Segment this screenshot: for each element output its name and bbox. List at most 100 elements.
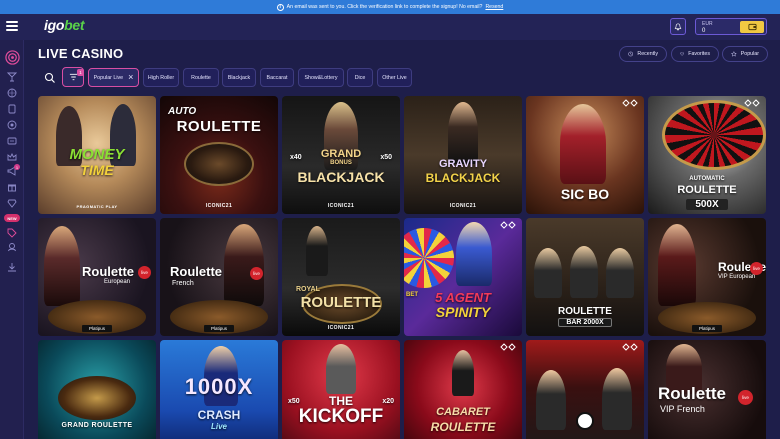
- game-tile-5-agent-spinity[interactable]: BET 5 AGENT SPINITY: [404, 218, 522, 336]
- tag-icon: [7, 228, 17, 238]
- game-tile-roulette-french[interactable]: Roulette French live Platipus: [160, 218, 278, 336]
- sidebar-item-cards[interactable]: [4, 102, 20, 116]
- balance-value: 0: [702, 28, 706, 34]
- logo-part-bet: bet: [64, 17, 85, 33]
- sidebar-item-gifts[interactable]: [4, 180, 20, 194]
- resend-link[interactable]: Resend: [485, 4, 503, 10]
- dealer-figure: [448, 102, 478, 164]
- host-figure: [456, 222, 492, 286]
- popular-button[interactable]: Popular: [722, 46, 768, 62]
- game-subtitle: European: [104, 279, 131, 285]
- game-tile-grand-roulette[interactable]: GRAND ROULETTE: [38, 340, 156, 439]
- game-tile-gravity-blackjack[interactable]: GRAVITY BLACKJACK ICONIC21: [404, 96, 522, 214]
- page-title: LIVE CASINO: [38, 46, 124, 61]
- game-tile-roulette-vip-european[interactable]: Roulette VIP European live Platipus: [648, 218, 766, 336]
- game-subtitle: CRASH: [197, 408, 241, 422]
- sidebar-item-promotions[interactable]: 1: [4, 164, 20, 178]
- notification-text: An email was sent to you. Click the veri…: [286, 4, 483, 10]
- evolution-logo-icon: [622, 99, 638, 107]
- chip-label: Blackjack: [227, 74, 251, 81]
- multiplier-right: x50: [380, 154, 392, 161]
- game-tile-roulette-vip-french[interactable]: Roulette VIP French live: [648, 340, 766, 439]
- game-title: GRAVITY: [438, 158, 488, 170]
- dealer-figure: [658, 224, 696, 306]
- game-subtitle: BLACKJACK: [425, 171, 501, 185]
- game-subtitle: SPINITY: [435, 304, 491, 320]
- live-badge: live: [138, 266, 151, 279]
- game-tile-grand-blackjack[interactable]: GRAND BONUS x40 x50 BLACKJACK ICONIC21: [282, 96, 400, 214]
- sidebar: 1 NEW: [0, 40, 24, 439]
- chip-icon: [7, 120, 17, 130]
- game-subtitle: VIP European: [718, 274, 756, 280]
- dealer-figure: [570, 246, 598, 298]
- dealer-figure: [306, 226, 328, 276]
- game-tile-auto-roulette[interactable]: AUTO ROULETTE ICONIC21: [160, 96, 278, 214]
- provider-logo: Platipus: [82, 325, 112, 332]
- chip-blackjack[interactable]: Blackjack: [222, 68, 256, 87]
- sidebar-item-cocktail[interactable]: [4, 70, 20, 84]
- dealer-figure: [602, 368, 632, 430]
- favorites-button[interactable]: Favorites: [671, 46, 719, 62]
- sidebar-item-tournaments[interactable]: [4, 150, 20, 164]
- chip-label: Popular Live: [93, 74, 124, 81]
- currency-label[interactable]: EUR: [702, 21, 713, 27]
- notification-banner: i An email was sent to you. Click the ve…: [0, 0, 780, 14]
- target-icon: [4, 49, 20, 65]
- game-tile-money-time[interactable]: MONEY TIME PRAGMATIC PLAY: [38, 96, 156, 214]
- sidebar-item-live[interactable]: [4, 118, 20, 132]
- game-tile-roulette-european[interactable]: Roulette European live Platipus: [38, 218, 156, 336]
- chip-roulette[interactable]: Roulette: [183, 68, 219, 87]
- menu-icon[interactable]: [6, 21, 18, 31]
- game-tile-1000x-crash[interactable]: 1000X CRASH Live: [160, 340, 278, 439]
- site-logo[interactable]: igobet: [44, 17, 85, 33]
- multiplier-badge: 500X: [686, 199, 728, 210]
- crown-icon: [7, 152, 17, 161]
- sidebar-item-download[interactable]: [4, 260, 20, 274]
- game-tile-automatic-roulette[interactable]: AUTOMATIC ROULETTE 500X: [648, 96, 766, 214]
- roulette-wheel: [184, 142, 254, 186]
- notifications-button[interactable]: [670, 18, 686, 35]
- game-tile-roulette-bar[interactable]: ROULETTE BAR 2000X: [526, 218, 644, 336]
- deposit-button[interactable]: [740, 21, 764, 33]
- cocktail-icon: [7, 72, 17, 82]
- chip-popular-live[interactable]: Popular Live ×: [88, 68, 139, 87]
- game-tile-royal-roulette[interactable]: ROYAL ROULETTE ICONIC21: [282, 218, 400, 336]
- new-badge[interactable]: NEW: [4, 214, 20, 222]
- heart-icon: [680, 52, 685, 56]
- game-subtitle: KICKOFF: [298, 406, 384, 427]
- info-icon: i: [276, 3, 284, 11]
- game-tile-live-football[interactable]: [526, 340, 644, 439]
- recently-label: Recently: [637, 51, 658, 57]
- chip-baccarat[interactable]: Baccarat: [260, 68, 294, 87]
- game-title: AUTOMATIC: [689, 176, 725, 182]
- sidebar-item-vip[interactable]: [4, 196, 20, 210]
- wallet-icon: [747, 23, 757, 31]
- game-title: Roulette: [658, 384, 726, 403]
- chip-label: Show&Lottery: [304, 74, 338, 81]
- recently-button[interactable]: Recently: [619, 46, 667, 62]
- chip-other-live[interactable]: Other Live: [377, 68, 412, 87]
- sidebar-item-sports[interactable]: [4, 86, 20, 100]
- sidebar-item-jackpot[interactable]: [4, 134, 20, 148]
- live-badge: live: [250, 267, 263, 280]
- top-bar: igobet EUR 0: [0, 14, 780, 40]
- provider-logo: ICONIC21: [449, 203, 477, 209]
- game-subtitle: ROULETTE: [430, 420, 496, 434]
- chip-dice[interactable]: Dice: [347, 68, 373, 87]
- football-icon: [576, 412, 594, 430]
- search-icon[interactable]: [44, 72, 56, 84]
- logo-part-igo: igo: [44, 17, 65, 33]
- game-title: CABARET: [436, 406, 490, 418]
- close-icon[interactable]: ×: [128, 73, 133, 82]
- wallet-widget[interactable]: EUR 0: [695, 18, 767, 35]
- sidebar-item-support[interactable]: [4, 240, 20, 254]
- support-icon: [8, 243, 16, 252]
- game-subtitle: ROULETTE: [176, 118, 262, 135]
- chip-high-roller[interactable]: High Roller: [143, 68, 179, 87]
- casino-nav-button[interactable]: [3, 48, 21, 66]
- chip-show-lottery[interactable]: Show&Lottery: [298, 68, 344, 87]
- game-tile-sic-bo[interactable]: SIC BO: [526, 96, 644, 214]
- sidebar-item-tag[interactable]: [4, 226, 20, 240]
- game-tile-cabaret-roulette[interactable]: CABARET ROULETTE: [404, 340, 522, 439]
- game-tile-the-kickoff[interactable]: THE x50 x20 KICKOFF: [282, 340, 400, 439]
